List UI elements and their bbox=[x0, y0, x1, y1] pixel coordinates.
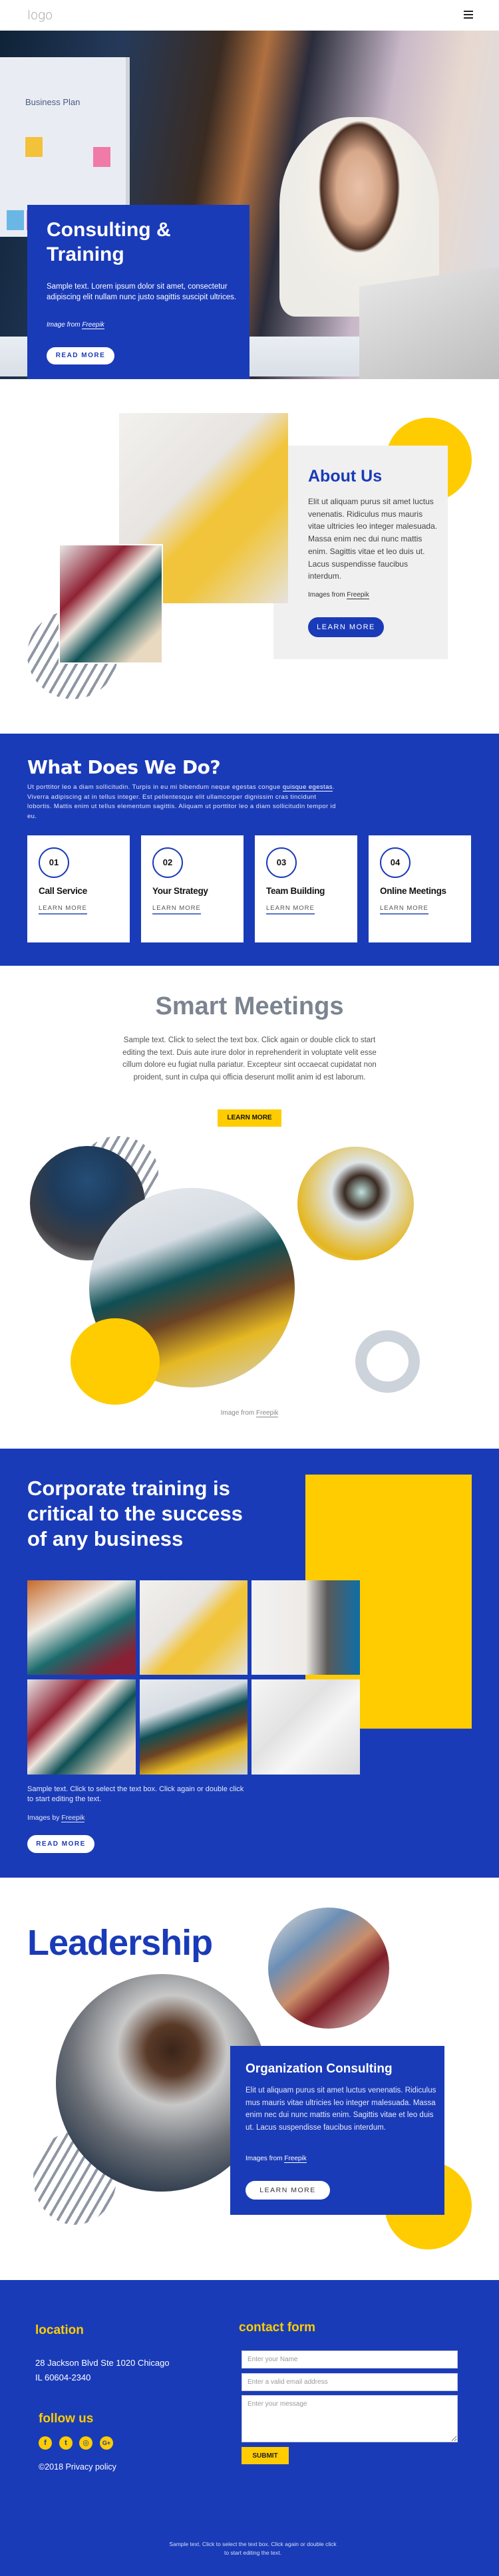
sticky-note bbox=[93, 147, 110, 167]
service-card: 02 Your Strategy LEARN MORE bbox=[141, 835, 244, 942]
logo[interactable]: logo bbox=[27, 8, 53, 23]
card-number-badge: 03 bbox=[266, 847, 297, 878]
credit-prefix: Images from bbox=[308, 591, 347, 599]
service-card: 03 Team Building LEARN MORE bbox=[255, 835, 357, 942]
organization-consulting-text: Elit ut aliquam purus sit amet luctus ve… bbox=[246, 2086, 436, 2132]
gallery-photo bbox=[251, 1580, 360, 1675]
location-title: location bbox=[35, 2323, 84, 2337]
submit-button[interactable]: SUBMIT bbox=[242, 2447, 289, 2464]
site-header: logo bbox=[0, 0, 499, 31]
services-text-part: Ut porttitor leo a diam sollicitudin. Tu… bbox=[27, 784, 283, 791]
yellow-circle-decoration bbox=[71, 1318, 160, 1405]
organization-consulting-title: Organization Consulting bbox=[246, 2062, 393, 2076]
service-card: 04 Online Meetings LEARN MORE bbox=[369, 835, 471, 942]
services-text: Ut porttitor leo a diam sollicitudin. Tu… bbox=[27, 783, 340, 821]
gallery-photo bbox=[27, 1679, 136, 1775]
card-number-badge: 04 bbox=[380, 847, 411, 878]
credit-prefix: Image from bbox=[47, 321, 83, 329]
credit-prefix: Images from bbox=[246, 2155, 285, 2162]
message-textarea[interactable] bbox=[242, 2395, 458, 2442]
freepik-link[interactable]: Freepik bbox=[256, 1409, 279, 1417]
team-hands-photo bbox=[268, 1908, 389, 2029]
email-input[interactable] bbox=[242, 2373, 458, 2391]
gallery-photo bbox=[140, 1679, 248, 1775]
card-number-badge: 02 bbox=[152, 847, 183, 878]
hero-credit: Image from Freepik bbox=[47, 321, 104, 329]
card-learn-more-link[interactable]: LEARN MORE bbox=[266, 905, 315, 915]
whiteboard-title: Business Plan bbox=[25, 97, 81, 107]
freepik-link[interactable]: Freepik bbox=[82, 321, 104, 329]
address: 28 Jackson Blvd Ste 1020 Chicago IL 6060… bbox=[35, 2356, 170, 2385]
card-title: Team Building bbox=[266, 886, 325, 896]
card-learn-more-link[interactable]: LEARN MORE bbox=[380, 905, 428, 915]
footer-bottom-text: Sample text. Click to select the text bo… bbox=[169, 2541, 337, 2556]
card-number-badge: 01 bbox=[39, 847, 69, 878]
smart-meetings-credit: Image from Freepik bbox=[0, 1409, 499, 1417]
corporate-title: Corporate training is critical to the su… bbox=[27, 1477, 243, 1550]
corporate-credit: Images by Freepik bbox=[27, 1814, 85, 1822]
card-learn-more-link[interactable]: LEARN MORE bbox=[152, 905, 201, 915]
freepik-link[interactable]: Freepik bbox=[61, 1814, 85, 1822]
learn-more-button[interactable]: LEARN MORE bbox=[218, 1109, 281, 1127]
laptop bbox=[359, 267, 499, 379]
credit-prefix: Image from bbox=[220, 1409, 256, 1417]
follow-us-title: follow us bbox=[39, 2412, 94, 2426]
masked-woman-photo bbox=[297, 1147, 414, 1260]
about-credit: Images from Freepik bbox=[308, 591, 369, 599]
credit-prefix: Images by bbox=[27, 1814, 62, 1822]
facebook-icon[interactable]: f bbox=[39, 2436, 52, 2450]
contact-form-title: contact form bbox=[239, 2321, 316, 2335]
sticky-note bbox=[25, 137, 43, 157]
learn-more-button[interactable]: LEARN MORE bbox=[308, 617, 384, 637]
quisque-egestas-link[interactable]: quisque egestas bbox=[282, 784, 333, 791]
instagram-icon[interactable]: ◎ bbox=[79, 2436, 92, 2450]
name-input[interactable] bbox=[242, 2351, 458, 2368]
about-title: About Us bbox=[308, 467, 383, 486]
learn-more-button[interactable]: LEARN MORE bbox=[246, 2181, 330, 2200]
freepik-link[interactable]: Freepik bbox=[284, 2155, 307, 2163]
smart-meetings-title: Smart Meetings bbox=[155, 992, 344, 1020]
card-title: Call Service bbox=[39, 886, 87, 896]
freepik-link[interactable]: Freepik bbox=[347, 591, 369, 599]
google-plus-icon[interactable]: G+ bbox=[100, 2436, 113, 2450]
about-text: Elit ut aliquam purus sit amet luctus ve… bbox=[308, 497, 438, 581]
service-card: 01 Call Service LEARN MORE bbox=[27, 835, 130, 942]
services-title: What Does We Do? bbox=[27, 756, 221, 778]
leadership-title: Leadership bbox=[27, 1923, 213, 1963]
gallery-photo bbox=[140, 1580, 248, 1675]
privacy-policy-link[interactable]: ©2018 Privacy policy bbox=[39, 2462, 116, 2472]
card-title: Your Strategy bbox=[152, 886, 208, 896]
gallery-photo bbox=[27, 1580, 136, 1675]
gray-ring-decoration bbox=[355, 1330, 420, 1393]
address-line-1: 28 Jackson Blvd Ste 1020 Chicago bbox=[35, 2358, 170, 2368]
card-title: Online Meetings bbox=[380, 886, 446, 896]
read-more-button[interactable]: READ MORE bbox=[47, 347, 114, 364]
twitter-icon[interactable]: t bbox=[59, 2436, 73, 2450]
about-team-photo bbox=[59, 544, 163, 664]
sticky-note bbox=[7, 210, 24, 230]
hero-text: Sample text. Lorem ipsum dolor sit amet,… bbox=[47, 283, 237, 301]
hero-title: Consulting & Training bbox=[47, 219, 171, 265]
address-line-2: IL 60604-2340 bbox=[35, 2372, 91, 2382]
corporate-text: Sample text. Click to select the text bo… bbox=[27, 1785, 244, 1803]
gallery-photo bbox=[251, 1679, 360, 1775]
smart-meetings-text: Sample text. Click to select the text bo… bbox=[122, 1036, 377, 1082]
hamburger-menu-icon[interactable] bbox=[464, 11, 473, 19]
read-more-button[interactable]: READ MORE bbox=[27, 1835, 94, 1853]
card-learn-more-link[interactable]: LEARN MORE bbox=[39, 905, 87, 915]
leadership-credit: Images from Freepik bbox=[246, 2155, 307, 2163]
